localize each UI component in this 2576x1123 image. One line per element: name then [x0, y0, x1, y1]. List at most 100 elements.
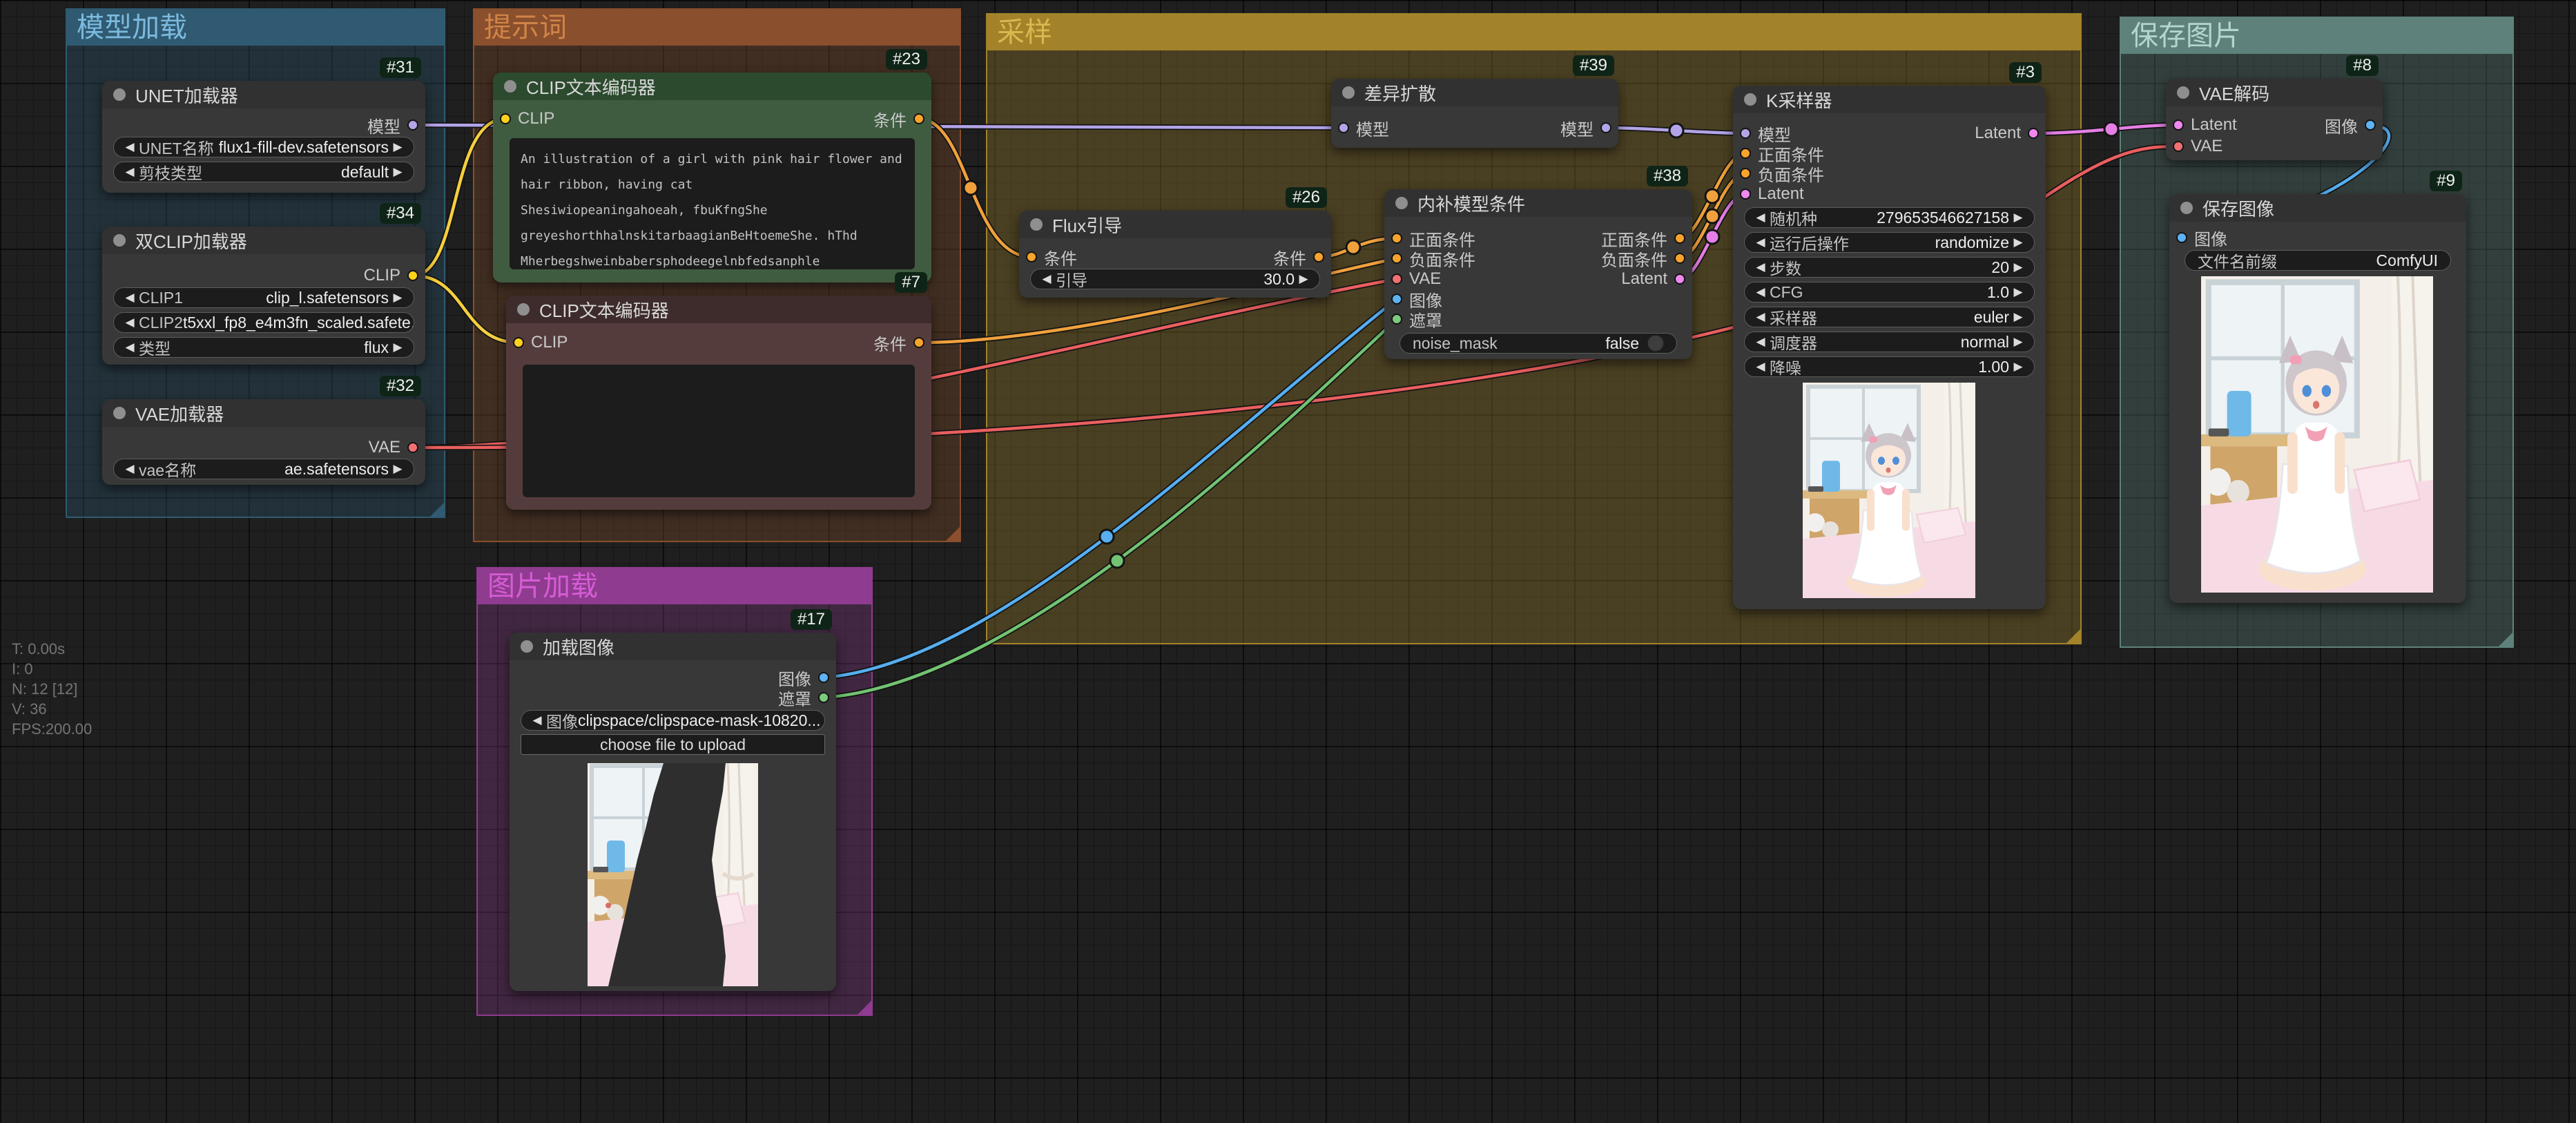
widget-guidance[interactable]: ◀ 引导 30.0 ▶ — [1030, 269, 1320, 289]
next-arrow-icon[interactable]: ▶ — [2009, 335, 2027, 349]
node-title-bar[interactable]: 双CLIP加载器 — [102, 227, 425, 254]
output-port-latent[interactable]: Latent — [1975, 124, 2039, 143]
group-title-model-load[interactable]: 模型加载 — [67, 10, 444, 46]
port-dot-icon[interactable] — [818, 672, 829, 683]
input-port-image[interactable]: 图像 — [2176, 228, 2227, 247]
group-title-save-image[interactable]: 保存图片 — [2121, 18, 2512, 54]
widget-noise-mask-toggle[interactable]: noise_mask false — [1400, 333, 1677, 354]
node-title-bar[interactable]: 内补模型条件 — [1384, 189, 1692, 217]
port-dot-icon[interactable] — [1391, 273, 1402, 285]
output-port-conditioning[interactable]: 条件 — [873, 333, 924, 352]
next-arrow-icon[interactable]: ▶ — [2009, 310, 2027, 324]
node-unet-loader[interactable]: #31 UNET加载器 模型 ◀ UNET名称 flux1-fill-dev.s… — [102, 81, 425, 193]
port-dot-icon[interactable] — [913, 113, 924, 124]
node-load-image[interactable]: #17 加载图像 图像 遮罩 ◀ 图像 clipspace/clipspace-… — [510, 633, 836, 991]
input-port-conditioning[interactable]: 条件 — [1026, 247, 1077, 267]
prev-arrow-icon[interactable]: ◀ — [121, 462, 139, 476]
group-title-prompt[interactable]: 提示词 — [474, 10, 960, 46]
port-dot-icon[interactable] — [407, 442, 418, 453]
port-dot-icon[interactable] — [818, 692, 829, 703]
prompt-textarea[interactable]: An illustration of a girl with pink hair… — [510, 138, 915, 269]
node-graph-canvas[interactable]: 模型加载 提示词 采样 图片加载 保存图片 — [0, 0, 2576, 1123]
widget-steps[interactable]: ◀ 步数 20 ▶ — [1744, 257, 2035, 278]
output-port-negative[interactable]: 负面条件 — [1601, 249, 1685, 268]
collapse-dot-icon[interactable] — [1342, 86, 1355, 99]
widget-image-file[interactable]: ◀ 图像 clipspace/clipspace-mask-10820... ▶ — [521, 710, 825, 731]
choose-file-button[interactable]: choose file to upload — [521, 734, 825, 755]
prev-arrow-icon[interactable]: ◀ — [1752, 236, 1770, 249]
input-port-negative[interactable]: 负面条件 — [1391, 249, 1475, 268]
prev-arrow-icon[interactable]: ◀ — [121, 340, 139, 354]
output-port-conditioning[interactable]: 条件 — [1273, 247, 1324, 267]
input-port-clip[interactable]: CLIP — [500, 109, 554, 128]
output-port-vae[interactable]: VAE — [369, 438, 418, 457]
node-dual-clip-loader[interactable]: #34 双CLIP加载器 CLIP ◀ CLIP1 clip_l.safeten… — [102, 227, 425, 365]
node-clip-text-encode-positive[interactable]: #23 CLIP文本编码器 CLIP 条件 An illustration of… — [493, 73, 931, 282]
collapse-dot-icon[interactable] — [1395, 197, 1408, 209]
input-port-clip[interactable]: CLIP — [513, 333, 568, 352]
prompt-textarea-empty[interactable] — [523, 365, 915, 497]
collapse-dot-icon[interactable] — [2177, 86, 2189, 99]
port-dot-icon[interactable] — [1391, 314, 1402, 325]
port-dot-icon[interactable] — [407, 119, 418, 131]
collapse-dot-icon[interactable] — [113, 88, 126, 101]
node-title-bar[interactable]: 保存图像 — [2169, 194, 2466, 222]
prev-arrow-icon[interactable]: ◀ — [1752, 285, 1770, 299]
port-dot-icon[interactable] — [1391, 253, 1402, 264]
port-dot-icon[interactable] — [1391, 233, 1402, 244]
port-dot-icon[interactable] — [513, 337, 524, 348]
input-port-positive[interactable]: 正面条件 — [1391, 229, 1475, 248]
next-arrow-icon[interactable]: ▶ — [389, 165, 407, 179]
output-port-positive[interactable]: 正面条件 — [1601, 229, 1685, 248]
node-inpaint-model-conditioning[interactable]: #38 内补模型条件 正面条件 负面条件 VAE 图像 遮罩 正面条件 — [1384, 189, 1692, 359]
port-dot-icon[interactable] — [1313, 251, 1324, 262]
input-port-vae[interactable]: VAE — [1391, 269, 1441, 289]
collapse-dot-icon[interactable] — [113, 234, 126, 247]
node-save-image[interactable]: #9 保存图像 图像 文件名前缀 ComfyUI — [2169, 194, 2466, 603]
input-port-vae[interactable]: VAE — [2173, 137, 2222, 156]
collapse-dot-icon[interactable] — [1030, 218, 1043, 231]
widget-sampler-name[interactable]: ◀ 采样器 euler ▶ — [1744, 307, 2035, 327]
collapse-dot-icon[interactable] — [517, 303, 530, 316]
input-port-negative[interactable]: 负面条件 — [1740, 164, 1824, 183]
port-dot-icon[interactable] — [1391, 294, 1402, 305]
port-dot-icon[interactable] — [1674, 233, 1685, 244]
widget-unet-name[interactable]: ◀ UNET名称 flux1-fill-dev.safetensors ▶ — [113, 137, 414, 157]
node-vae-decode[interactable]: #8 VAE解码 Latent VAE 图像 — [2166, 79, 2383, 160]
node-differential-diffusion[interactable]: #39 差异扩散 模型 模型 — [1331, 79, 1618, 148]
node-title-bar[interactable]: CLIP文本编码器 — [506, 296, 931, 323]
prev-arrow-icon[interactable]: ◀ — [121, 316, 139, 329]
output-port-latent[interactable]: Latent — [1621, 269, 1685, 289]
port-dot-icon[interactable] — [1026, 251, 1037, 262]
port-dot-icon[interactable] — [500, 113, 511, 124]
next-arrow-icon[interactable]: ▶ — [1295, 272, 1313, 286]
collapse-dot-icon[interactable] — [2180, 202, 2193, 214]
output-port-image[interactable]: 图像 — [2325, 115, 2376, 135]
widget-control-after-generate[interactable]: ◀ 运行后操作 randomize ▶ — [1744, 232, 2035, 253]
widget-weight-dtype[interactable]: ◀ 剪枝类型 default ▶ — [113, 162, 414, 182]
port-dot-icon[interactable] — [1740, 168, 1751, 179]
node-title-bar[interactable]: Flux引导 — [1019, 211, 1331, 238]
port-dot-icon[interactable] — [1740, 128, 1751, 139]
input-port-model[interactable]: 模型 — [1740, 124, 1791, 143]
next-arrow-icon[interactable]: ▶ — [389, 291, 407, 305]
toggle-knob-icon[interactable] — [1647, 335, 1664, 352]
port-dot-icon[interactable] — [913, 337, 924, 348]
widget-clip1[interactable]: ◀ CLIP1 clip_l.safetensors ▶ — [113, 287, 414, 308]
input-port-mask[interactable]: 遮罩 — [1391, 309, 1442, 329]
input-port-image[interactable]: 图像 — [1391, 289, 1442, 309]
next-arrow-icon[interactable]: ▶ — [389, 140, 407, 154]
port-dot-icon[interactable] — [2173, 119, 2184, 131]
port-dot-icon[interactable] — [407, 270, 418, 281]
prev-arrow-icon[interactable]: ◀ — [121, 165, 139, 179]
widget-denoise[interactable]: ◀ 降噪 1.00 ▶ — [1744, 356, 2035, 377]
next-arrow-icon[interactable]: ▶ — [389, 462, 407, 476]
node-vae-loader[interactable]: #32 VAE加载器 VAE ◀ vae名称 ae.safetensors ▶ — [102, 399, 425, 485]
collapse-dot-icon[interactable] — [521, 640, 533, 653]
prev-arrow-icon[interactable]: ◀ — [1752, 360, 1770, 374]
port-dot-icon[interactable] — [1740, 148, 1751, 159]
widget-clip2[interactable]: ◀ CLIP2 t5xxl_fp8_e4m3fn_scaled.safete..… — [113, 312, 414, 333]
output-port-conditioning[interactable]: 条件 — [873, 109, 924, 128]
collapse-dot-icon[interactable] — [113, 407, 126, 419]
port-dot-icon[interactable] — [2028, 128, 2039, 139]
